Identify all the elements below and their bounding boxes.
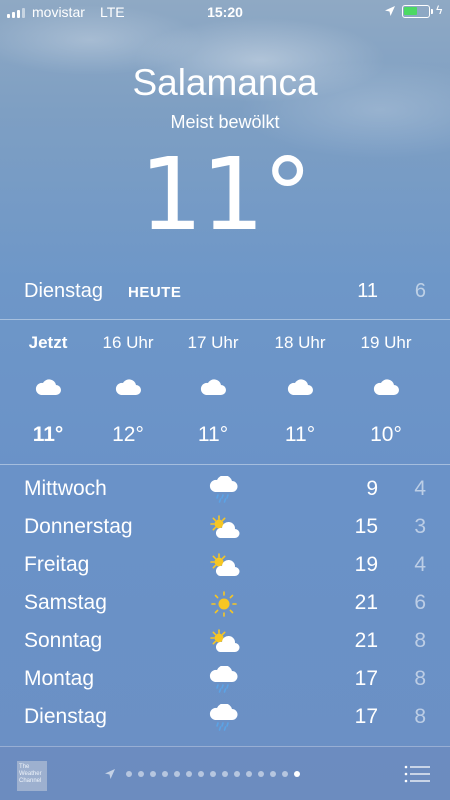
cloud-icon	[287, 379, 313, 395]
cloud-icon	[373, 379, 399, 395]
weather-condition: Meist bewölkt	[170, 112, 280, 132]
status-bar: movistar LTE 15:20 ϟ	[0, 0, 450, 26]
daily-day: Freitag	[24, 553, 90, 576]
daily-day: Donnerstag	[24, 515, 133, 538]
daily-row: Dienstag 17 8	[0, 700, 450, 738]
cloud-rain-icon	[209, 666, 238, 693]
cloud-icon	[115, 379, 141, 395]
daily-high: 17	[354, 705, 378, 728]
today-day: Dienstag	[24, 280, 103, 302]
daily-day: Samstag	[24, 591, 107, 614]
location-arrow-icon	[385, 6, 395, 16]
daily-high: 21	[354, 591, 378, 614]
page-dot	[282, 771, 288, 777]
daily-row: Freitag 19 4	[0, 548, 450, 586]
city-name: Salamanca	[132, 62, 318, 103]
daily-row: Donnerstag 15 3	[0, 510, 450, 548]
hour-label: 17 Uhr	[187, 333, 239, 352]
hour-label: 19 Uhr	[360, 333, 412, 352]
hourly-forecast[interactable]: Jetzt 11° 16 Uhr 12° 17 Uhr 11° 18 Uhr 1…	[0, 320, 450, 465]
page-dot	[150, 771, 156, 777]
daily-row: Samstag 21 6	[0, 586, 450, 624]
page-dot	[210, 771, 216, 777]
hour-label: 16 Uhr	[102, 333, 154, 352]
weather-channel-logo[interactable]: The Weather Channel	[17, 761, 47, 791]
current-temperature: 11°	[139, 136, 312, 253]
hour-label: 18 Uhr	[274, 333, 326, 352]
page-dot	[174, 771, 180, 777]
daily-row: Mittwoch 9 4	[0, 472, 450, 510]
cloud-rain-icon	[209, 476, 238, 503]
page-dot	[126, 771, 132, 777]
daily-high: 19	[354, 553, 378, 576]
page-dot	[138, 771, 144, 777]
daily-row: Sonntag 21 8	[0, 624, 450, 662]
charging-bolt-icon: ϟ	[436, 3, 443, 17]
daily-low: 8	[414, 705, 426, 728]
hour-temp: 10°	[370, 423, 402, 446]
hour-temp: 11°	[32, 423, 64, 446]
page-dot	[186, 771, 192, 777]
page-indicator[interactable]	[104, 768, 300, 780]
hour-temp: 12°	[112, 423, 144, 446]
partly-cloudy-icon	[210, 515, 240, 538]
status-time: 15:20	[207, 4, 243, 20]
today-row: Dienstag HEUTE 11 6	[0, 276, 450, 310]
city-list-button[interactable]	[404, 764, 430, 784]
daily-day: Sonntag	[24, 629, 103, 652]
location-arrow-icon	[105, 769, 115, 779]
cloud-icon	[200, 379, 226, 395]
today-high: 11	[357, 280, 378, 302]
daily-high: 15	[354, 515, 378, 538]
hour-temp: 11°	[284, 423, 316, 446]
page-dot	[294, 771, 300, 777]
battery-icon	[402, 5, 433, 18]
page-dot	[270, 771, 276, 777]
daily-row: Montag 17 8	[0, 662, 450, 700]
page-dot	[234, 771, 240, 777]
daily-low: 6	[414, 591, 426, 614]
divider	[0, 464, 450, 465]
bottom-toolbar: The Weather Channel	[0, 746, 450, 800]
daily-low: 4	[414, 553, 426, 576]
page-dot	[162, 771, 168, 777]
sun-icon	[211, 591, 237, 617]
daily-low: 4	[414, 477, 426, 500]
daily-low: 8	[414, 629, 426, 652]
cloud-rain-icon	[209, 704, 238, 731]
page-dot	[246, 771, 252, 777]
battery-fill	[404, 7, 418, 15]
hour-temp: 11°	[197, 423, 229, 446]
hour-label: Jetzt	[28, 333, 68, 352]
daily-low: 3	[414, 515, 426, 538]
today-low: 6	[414, 280, 426, 302]
page-dot	[258, 771, 264, 777]
cloud-icon	[35, 379, 61, 395]
page-dot	[198, 771, 204, 777]
daily-day: Mittwoch	[24, 477, 107, 500]
daily-low: 8	[414, 667, 426, 690]
page-dot	[222, 771, 228, 777]
daily-day: Dienstag	[24, 705, 107, 728]
daily-high: 17	[354, 667, 378, 690]
today-tag: HEUTE	[128, 284, 182, 301]
daily-high: 9	[366, 477, 378, 500]
page-dots	[126, 771, 300, 777]
daily-day: Montag	[24, 667, 95, 690]
daily-high: 21	[354, 629, 378, 652]
partly-cloudy-icon	[210, 629, 240, 652]
partly-cloudy-icon	[210, 553, 240, 576]
